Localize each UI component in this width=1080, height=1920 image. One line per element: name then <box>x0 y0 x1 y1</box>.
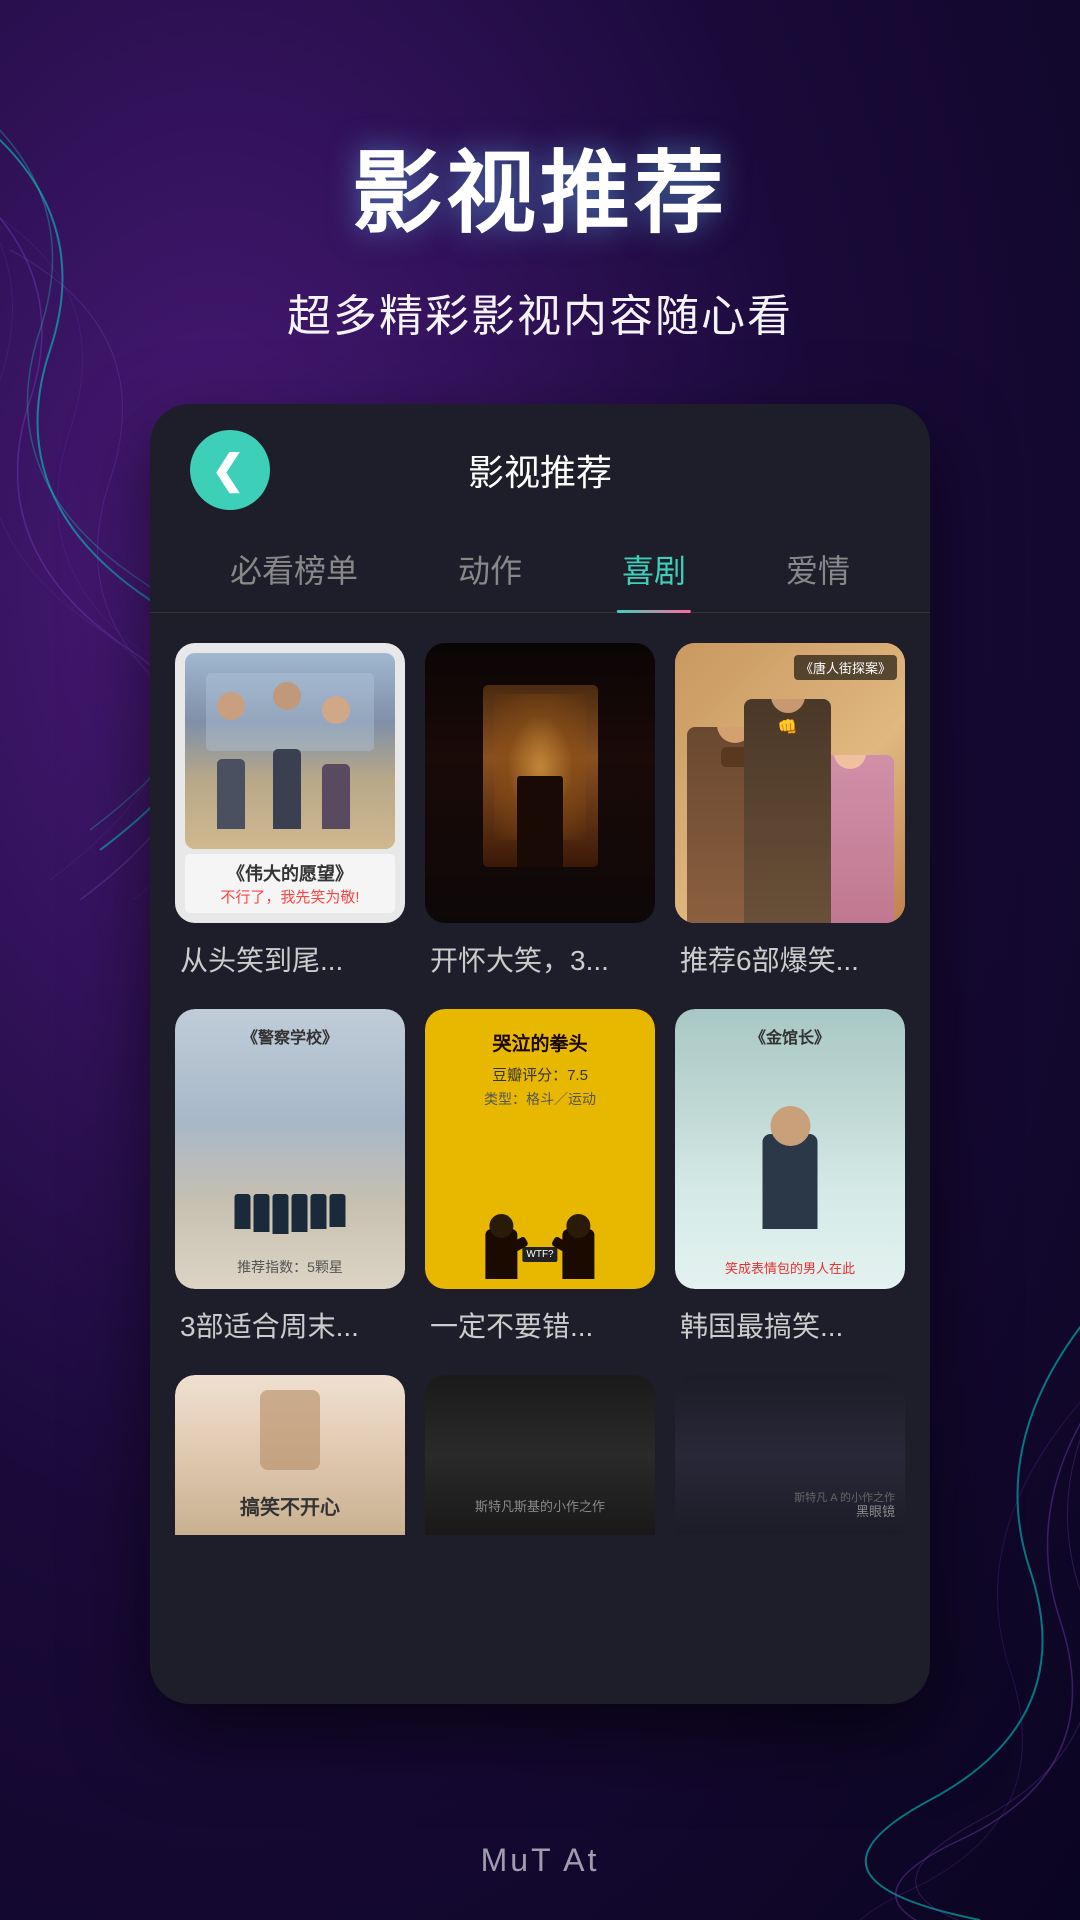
back-button[interactable]: ❮ <box>190 430 270 510</box>
phone-card: ❮ 影视推荐 必看榜单 动作 喜剧 爱情 <box>150 404 930 1704</box>
thumb-3-label: 《唐人街探案》 <box>794 655 897 680</box>
thumbnail-3: 《唐人街探案》 👊 <box>675 643 905 923</box>
main-title: 影视推荐 <box>0 120 1080 250</box>
top-section: 影视推荐 超多精彩影视内容随心看 <box>0 0 1080 344</box>
thumb-6-bottom-label: 笑成表情包的男人在此 <box>675 1258 905 1277</box>
thumbnail-6: 《金馆长》 笑成表情包的男人在此 <box>675 1009 905 1289</box>
thumbnail-1: 《伟大的愿望》 不行了，我先笑为敬! <box>175 643 405 923</box>
card-caption-1: 从头笑到尾... <box>175 939 405 979</box>
thumb-1-title: 《伟大的愿望》 <box>193 860 387 886</box>
card-item-6[interactable]: 《金馆长》 笑成表情包的男人在此 韩国最搞笑... <box>675 1009 905 1345</box>
tab-action[interactable]: 动作 <box>428 526 552 612</box>
thumb-5-title: 哭泣的拳头 <box>492 1029 587 1056</box>
tab-must-watch[interactable]: 必看榜单 <box>200 526 388 612</box>
tab-bar: 必看榜单 动作 喜剧 爱情 <box>150 526 930 613</box>
thumbnail-5: 哭泣的拳头 豆瓣评分：7.5 类型：格斗／运动 WTF? <box>425 1009 655 1289</box>
bottom-text: MuT At <box>481 1842 600 1879</box>
content-grid-row1: 《伟大的愿望》 不行了，我先笑为敬! 从头笑到尾... <box>150 643 930 979</box>
thumb-4-subtitle: 推荐指数：5颗星 <box>237 1257 343 1277</box>
content-grid-row3: 搞笑不开心 斯特凡斯基的小作之作 黑眼镜 斯特凡 A 的小作之作 <box>150 1375 930 1535</box>
thumb-4-title: 《警察学校》 <box>242 1024 338 1048</box>
bottom-nav: MuT At <box>0 1800 1080 1920</box>
thumbnail-4: 《警察学校》 推荐指数：5颗星 <box>175 1009 405 1289</box>
card-caption-6: 韩国最搞笑... <box>675 1305 905 1345</box>
card-item-2[interactable]: 开怀大笑，3... <box>425 643 655 979</box>
card-item-9[interactable]: 黑眼镜 斯特凡 A 的小作之作 <box>675 1375 905 1535</box>
thumb-5-genre: 类型：格斗／运动 <box>484 1089 596 1109</box>
thumb-7-text: 搞笑不开心 <box>240 1491 340 1520</box>
thumbnail-8: 斯特凡斯基的小作之作 <box>425 1375 655 1535</box>
back-arrow-icon: ❮ <box>211 450 245 490</box>
card-item-5[interactable]: 哭泣的拳头 豆瓣评分：7.5 类型：格斗／运动 WTF? <box>425 1009 655 1345</box>
thumb-6-top-label: 《金馆长》 <box>750 1024 830 1048</box>
card-item-8[interactable]: 斯特凡斯基的小作之作 <box>425 1375 655 1535</box>
tab-romance[interactable]: 爱情 <box>756 526 880 612</box>
card-item-4[interactable]: 《警察学校》 推荐指数：5颗星 <box>175 1009 405 1345</box>
thumbnail-7: 搞笑不开心 <box>175 1375 405 1535</box>
card-item-3[interactable]: 《唐人街探案》 👊 <box>675 643 905 979</box>
thumbnail-9: 黑眼镜 斯特凡 A 的小作之作 <box>675 1375 905 1535</box>
thumb-5-score: 豆瓣评分：7.5 <box>492 1064 588 1085</box>
sub-title: 超多精彩影视内容随心看 <box>0 280 1080 344</box>
card-header: ❮ 影视推荐 <box>150 404 930 526</box>
thumb-1-subtitle: 不行了，我先笑为敬! <box>193 886 387 907</box>
card-item-1[interactable]: 《伟大的愿望》 不行了，我先笑为敬! 从头笑到尾... <box>175 643 405 979</box>
card-caption-2: 开怀大笑，3... <box>425 939 655 979</box>
card-title: 影视推荐 <box>468 444 612 496</box>
content-grid-row2: 《警察学校》 推荐指数：5颗星 <box>150 1009 930 1345</box>
card-caption-3: 推荐6部爆笑... <box>675 939 905 979</box>
card-caption-4: 3部适合周末... <box>175 1305 405 1345</box>
thumbnail-2 <box>425 643 655 923</box>
tab-comedy[interactable]: 喜剧 <box>592 526 716 612</box>
card-caption-5: 一定不要错... <box>425 1305 655 1345</box>
card-item-7[interactable]: 搞笑不开心 <box>175 1375 405 1535</box>
